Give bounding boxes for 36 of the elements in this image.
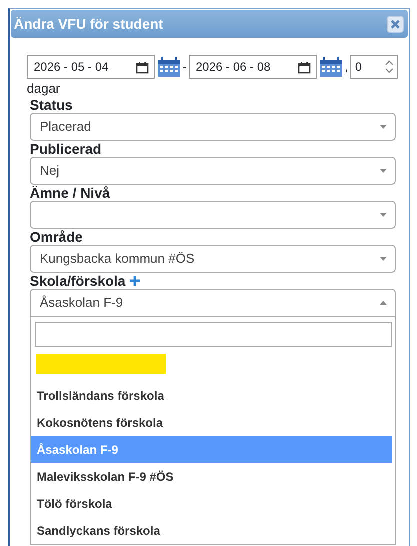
field-label: Skola/förskola <box>30 273 126 289</box>
caret-icon <box>380 213 387 217</box>
field-label: Ämne / Nivå <box>30 185 110 201</box>
dropdown-option[interactable]: Sandlyckans förskola <box>31 517 392 544</box>
select-field[interactable]: Åsaskolan F-9 <box>30 289 396 317</box>
unit-label: dagar <box>27 81 62 97</box>
select-field[interactable]: Placerad <box>30 113 396 141</box>
calendar-icon[interactable] <box>319 56 343 78</box>
close-icon <box>391 20 400 28</box>
calendar-icon[interactable] <box>298 62 311 74</box>
field-label: Status <box>30 97 73 113</box>
field-label: Område <box>30 229 83 245</box>
caret-icon <box>380 257 387 261</box>
field-label: Publicerad <box>30 141 102 157</box>
caret-icon <box>380 301 387 305</box>
close-button[interactable] <box>387 16 404 32</box>
select-field[interactable]: Nej <box>30 157 396 185</box>
select-field[interactable]: Kungsbacka kommun #ÖS <box>30 245 396 273</box>
calendar-icon[interactable] <box>157 56 181 78</box>
add-icon[interactable] <box>130 276 140 286</box>
comma-text: , <box>345 59 348 76</box>
dropdown-option[interactable]: Tölö förskola <box>31 490 392 517</box>
calendar-icon[interactable] <box>136 62 149 74</box>
caret-icon <box>380 169 387 173</box>
dialog-title: Ändra VFU för student <box>14 14 164 34</box>
number-field[interactable]: 0 <box>350 55 398 79</box>
date-field[interactable]: 2026 - 05 - 04 <box>27 55 155 79</box>
date-field[interactable]: 2026 - 06 - 08 <box>189 55 317 79</box>
search-field[interactable] <box>35 322 392 347</box>
dropdown-option[interactable]: Trollsländans förskola <box>31 382 392 409</box>
select-field[interactable] <box>30 201 396 229</box>
dropdown-option[interactable]: Kokosnötens förskola <box>31 409 392 436</box>
caret-icon <box>380 125 387 129</box>
dropdown-option[interactable]: Maleviksskolan F-9 #ÖS <box>31 463 392 490</box>
date-separator: - <box>183 59 187 76</box>
spinner-icon[interactable] <box>385 60 394 74</box>
